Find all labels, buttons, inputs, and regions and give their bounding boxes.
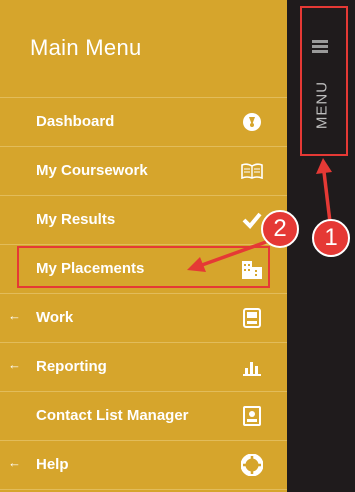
menu-item-my-results[interactable]: My Results (0, 196, 287, 245)
lifebuoy-icon (240, 453, 264, 477)
highlight-box-my-placements (17, 246, 270, 288)
menu-item-label: Help (36, 456, 69, 473)
contact-card-icon (240, 404, 264, 428)
annotation-callout-2: 2 (261, 210, 299, 248)
menu-header: Main Menu (0, 0, 287, 98)
inbox-icon (240, 306, 264, 330)
annotation-callout-1: 1 (312, 219, 350, 257)
menu-item-label: My Coursework (36, 162, 148, 179)
gauge-icon (240, 110, 264, 134)
menu-item-help[interactable]: ← Help (0, 441, 287, 490)
menu-item-dashboard[interactable]: Dashboard (0, 98, 287, 147)
menu-item-contact-list-manager[interactable]: Contact List Manager (0, 392, 287, 441)
menu-item-label: My Results (36, 211, 116, 228)
menu-item-work[interactable]: ← Work (0, 294, 287, 343)
menu-item-my-coursework[interactable]: My Coursework (0, 147, 287, 196)
menu-item-reporting[interactable]: ← Reporting (0, 343, 287, 392)
expand-arrow-icon: ← (8, 455, 21, 470)
highlight-box-menu-toggle (300, 6, 348, 156)
menu-item-label: Dashboard (36, 113, 115, 130)
menu-item-label: Reporting (36, 358, 107, 375)
book-icon (240, 159, 264, 183)
bar-chart-icon (240, 355, 264, 379)
expand-arrow-icon: ← (8, 308, 21, 323)
menu-item-label: Work (36, 309, 74, 326)
expand-arrow-icon: ← (8, 357, 21, 372)
menu-title: Main Menu (30, 35, 142, 60)
menu-item-label: Contact List Manager (36, 407, 189, 424)
